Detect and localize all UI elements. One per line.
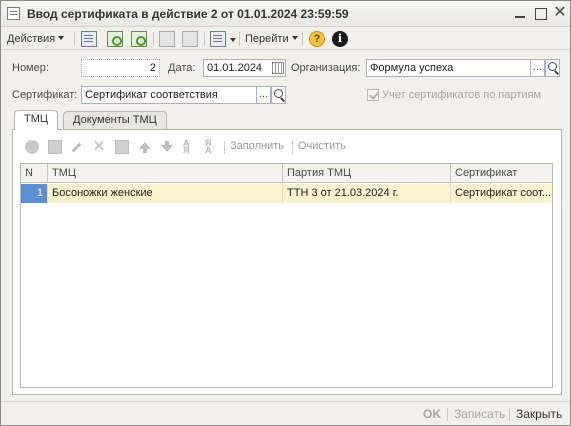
column-header-certificate[interactable]: Сертификат xyxy=(451,164,552,183)
tab-panel-tmc: ✕ А Я Я А Заполнить Очистить N ТМЦ Парти… xyxy=(12,129,562,395)
footer-separator xyxy=(509,408,510,421)
cell-n[interactable]: 1 xyxy=(21,184,48,203)
window-title: Ввод сертификата в действие 2 от 01.01.2… xyxy=(27,7,349,21)
goto-menu-label: Перейти xyxy=(245,33,289,45)
post-and-close-icon[interactable] xyxy=(81,31,97,47)
tab-tmc-documents[interactable]: Документы ТМЦ xyxy=(63,111,167,130)
toolbar-separator xyxy=(204,32,205,46)
batch-accounting-label: Учет сертификатов по партиям xyxy=(382,89,542,101)
sort-ascending-icon[interactable]: А Я xyxy=(183,139,197,155)
delete-row-icon[interactable]: ✕ xyxy=(92,139,106,154)
create-based-on-icon[interactable] xyxy=(210,31,226,47)
search-icon[interactable] xyxy=(545,59,560,77)
actions-menu[interactable]: Действия xyxy=(7,31,65,47)
number-label: Номер: xyxy=(12,62,49,74)
organization-label: Организация: xyxy=(291,62,361,74)
tmc-table: N ТМЦ Партия ТМЦ Сертификат 1 Босоножки … xyxy=(20,163,553,388)
certificate-field[interactable]: Сертификат соответствия xyxy=(81,86,271,104)
end-edit-icon[interactable] xyxy=(115,140,129,154)
edit-row-icon[interactable] xyxy=(69,140,83,154)
organization-field[interactable]: Формула успеха xyxy=(366,59,545,77)
ok-button[interactable]: OK xyxy=(423,407,441,421)
minimize-button[interactable] xyxy=(511,4,529,22)
organization-select-button[interactable]: ... xyxy=(530,59,545,77)
table-row[interactable]: 1 Босоножки женские ТТН 3 от 21.03.2024 … xyxy=(21,184,552,203)
certificate-select-button[interactable]: ... xyxy=(256,86,271,104)
column-header-n[interactable]: N xyxy=(21,164,48,183)
move-down-icon[interactable] xyxy=(160,140,174,154)
help-icon[interactable]: ? xyxy=(309,31,325,47)
structure-icon[interactable] xyxy=(182,31,198,47)
info-icon[interactable]: i xyxy=(332,31,348,47)
document-icon xyxy=(7,7,20,20)
calendar-icon[interactable] xyxy=(272,62,284,74)
chevron-down-icon xyxy=(291,36,298,40)
table-header: N ТМЦ Партия ТМЦ Сертификат xyxy=(21,164,552,183)
document-window: Ввод сертификата в действие 2 от 01.01.2… xyxy=(0,0,571,426)
refresh-icon[interactable] xyxy=(107,31,123,47)
actions-menu-label: Действия xyxy=(7,33,56,45)
clear-button[interactable]: Очистить xyxy=(298,140,346,152)
tab-tmc[interactable]: ТМЦ xyxy=(14,110,59,130)
column-header-batch[interactable]: Партия ТМЦ xyxy=(283,164,451,183)
chevron-down-icon[interactable] xyxy=(230,38,236,42)
cell-tmc[interactable]: Босоножки женские xyxy=(48,184,283,203)
column-header-tmc[interactable]: ТМЦ xyxy=(48,164,283,183)
move-up-icon[interactable] xyxy=(138,140,152,154)
footer-separator xyxy=(447,408,448,421)
number-field[interactable]: 2 xyxy=(81,59,160,77)
toolbar-separator xyxy=(153,32,154,46)
toolbar-separator xyxy=(292,141,293,154)
add-row-icon[interactable] xyxy=(25,140,39,154)
toolbar-separator xyxy=(74,32,75,46)
cell-certificate[interactable]: Сертификат соот... xyxy=(451,184,552,203)
footer-bar: OK Записать Закрыть xyxy=(1,401,570,425)
toolbar-separator xyxy=(302,32,303,46)
maximize-button[interactable] xyxy=(531,4,549,22)
title-bar: Ввод сертификата в действие 2 от 01.01.2… xyxy=(1,1,570,27)
copy-document-icon[interactable] xyxy=(159,31,175,47)
main-toolbar: Действия Перейти ? i xyxy=(1,28,570,50)
post-document-icon[interactable] xyxy=(131,31,147,47)
date-label: Дата: xyxy=(168,62,196,74)
search-icon[interactable] xyxy=(271,86,286,104)
cell-batch[interactable]: ТТН 3 от 21.03.2024 г. xyxy=(283,184,451,203)
sort-descending-icon[interactable]: Я А xyxy=(205,139,219,155)
toolbar-separator xyxy=(224,141,225,154)
save-button[interactable]: Записать xyxy=(454,407,505,421)
chevron-down-icon xyxy=(58,36,65,40)
close-button[interactable]: Закрыть xyxy=(516,407,562,421)
goto-menu[interactable]: Перейти xyxy=(245,31,298,47)
batch-accounting-checkbox[interactable] xyxy=(367,89,379,101)
copy-row-icon[interactable] xyxy=(48,140,62,154)
fill-button[interactable]: Заполнить xyxy=(230,140,284,152)
toolbar-separator xyxy=(239,32,240,46)
close-window-button[interactable]: ✕ xyxy=(551,4,569,22)
table-toolbar: ✕ А Я Я А Заполнить Очистить xyxy=(21,139,551,157)
certificate-label: Сертификат: xyxy=(12,89,78,101)
date-value: 01.01.2024 xyxy=(207,62,263,74)
